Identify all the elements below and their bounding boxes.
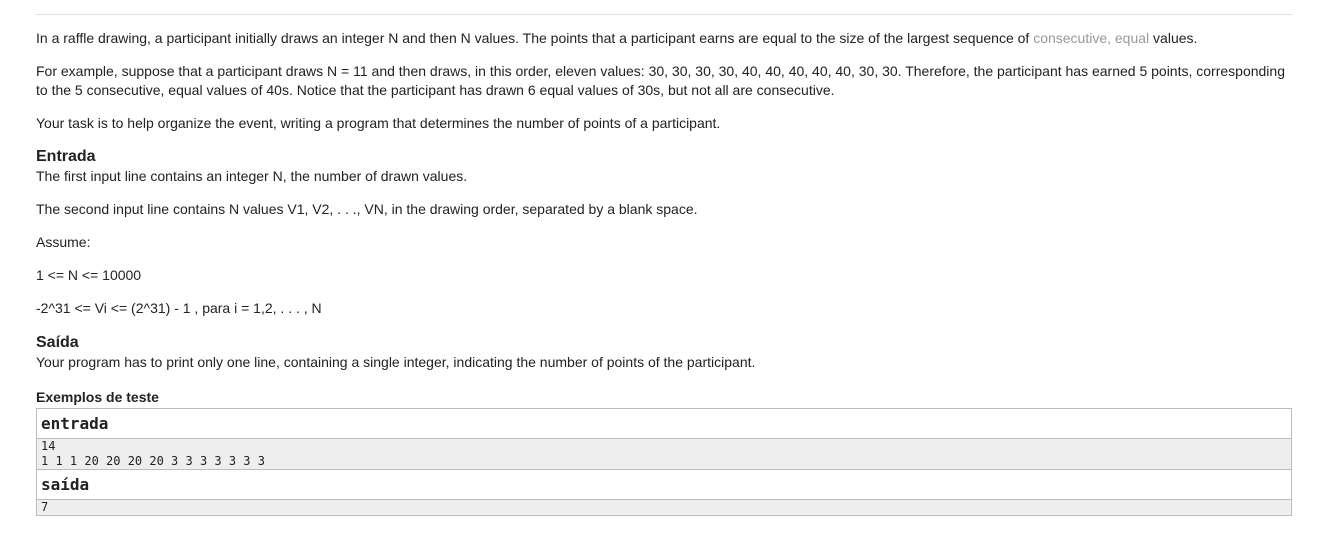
input-header-row: entrada <box>36 408 1292 439</box>
examples-table: entrada 14 1 1 1 20 20 20 20 3 3 3 3 3 3… <box>36 408 1292 516</box>
output-header: saída <box>36 469 1292 500</box>
intro-paragraph-2: For example, suppose that a participant … <box>36 63 1285 98</box>
output-body-row: 7 <box>36 499 1292 516</box>
saida-line-1: Your program has to print only one line,… <box>36 354 756 370</box>
intro-paragraph-3: Your task is to help organize the event,… <box>36 115 721 131</box>
input-body[interactable]: 14 1 1 1 20 20 20 20 3 3 3 3 3 3 3 <box>36 438 1292 470</box>
intro-highlight: consecutive, equal <box>1033 30 1150 46</box>
saida-title: Saída <box>36 334 79 351</box>
entrada-line-3: Assume: <box>36 234 91 250</box>
entrada-line-5: -2^31 <= Vi <= (2^31) - 1 , para i = 1,2… <box>36 300 322 316</box>
input-header: entrada <box>36 408 1292 439</box>
entrada-line-4: 1 <= N <= 10000 <box>36 267 142 283</box>
output-header-row: saída <box>36 469 1292 500</box>
output-body[interactable]: 7 <box>36 499 1292 516</box>
intro-paragraph-1: In a raffle drawing, a participant initi… <box>36 29 1292 48</box>
intro-text-before: In a raffle drawing, a participant initi… <box>36 30 1034 46</box>
intro-text-after: values. <box>1149 30 1198 46</box>
entrada-line-1: The first input line contains an integer… <box>36 168 468 184</box>
input-body-row: 14 1 1 1 20 20 20 20 3 3 3 3 3 3 3 <box>36 438 1292 470</box>
top-divider <box>36 14 1292 15</box>
entrada-title: Entrada <box>36 148 96 165</box>
entrada-line-2: The second input line contains N values … <box>36 201 698 217</box>
examples-title: Exemplos de teste <box>36 389 159 405</box>
